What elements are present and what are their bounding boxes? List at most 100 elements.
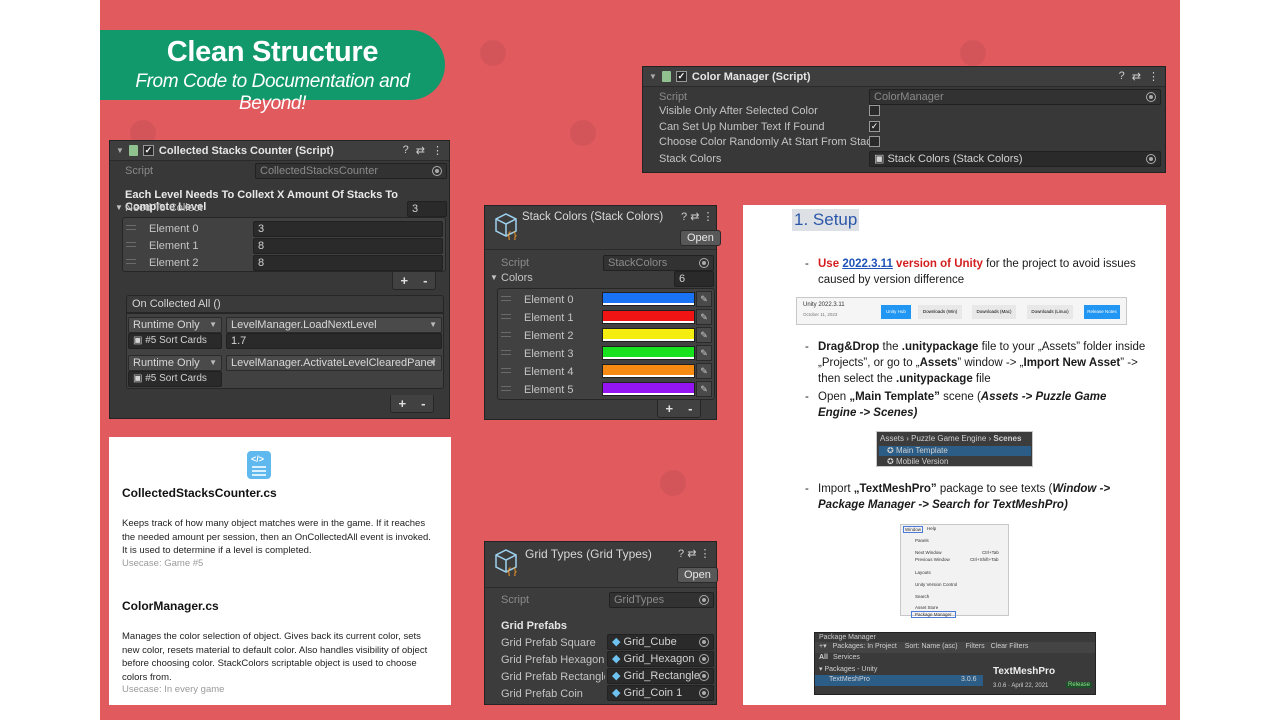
script-field[interactable]: GridTypes bbox=[609, 592, 714, 608]
method-dropdown[interactable]: LevelManager.ActivateLevelClearedPanel ▼ bbox=[226, 355, 442, 371]
preset-icon[interactable]: ⇄ bbox=[416, 144, 425, 157]
menu-item[interactable]: Next Window bbox=[915, 550, 942, 555]
menu-item[interactable]: Unity Version Control bbox=[915, 582, 957, 587]
pm-filter-dropdown[interactable]: Packages: In Project bbox=[833, 643, 897, 650]
object-picker-icon[interactable] bbox=[699, 637, 709, 647]
pm-tab-all[interactable]: All bbox=[819, 654, 828, 661]
pm-filters-button[interactable]: Filters bbox=[966, 643, 985, 650]
method-dropdown[interactable]: LevelManager.LoadNextLevel ▼ bbox=[226, 317, 442, 333]
unity-version-link[interactable]: 2022.3.11 bbox=[842, 258, 893, 270]
object-picker-icon[interactable] bbox=[1146, 92, 1156, 102]
prefab-field[interactable]: ◆ Grid_Cube bbox=[607, 634, 714, 650]
help-icon[interactable]: ? bbox=[1119, 70, 1125, 83]
runtime-dropdown[interactable]: Runtime Only ▼ bbox=[128, 317, 222, 333]
argument-field[interactable]: 1.7 bbox=[226, 333, 442, 349]
release-notes-button[interactable]: Release Notes bbox=[1084, 305, 1120, 319]
help-icon[interactable]: ? bbox=[678, 548, 684, 560]
eyedropper-icon[interactable]: ✎ bbox=[696, 291, 712, 307]
object-picker-icon[interactable] bbox=[699, 671, 709, 681]
color-swatch[interactable] bbox=[602, 382, 695, 396]
array-size-field[interactable]: 3 bbox=[407, 201, 447, 217]
drag-handle-icon[interactable] bbox=[126, 259, 136, 264]
drag-handle-icon[interactable] bbox=[501, 368, 511, 373]
help-icon[interactable]: ? bbox=[403, 144, 409, 157]
prefab-field[interactable]: ◆ Grid_Coin 1 bbox=[607, 685, 714, 701]
pm-sort-dropdown[interactable]: Sort: Name (asc) bbox=[905, 643, 958, 650]
pm-clear-filters-button[interactable]: Clear Filters bbox=[991, 643, 1029, 650]
mobile-version-item[interactable]: ✪ Mobile Version bbox=[887, 457, 948, 466]
color-swatch[interactable] bbox=[602, 364, 695, 378]
element-field[interactable]: 8 bbox=[253, 238, 443, 254]
package-manager-item[interactable]: Package Manager bbox=[911, 611, 956, 618]
open-button[interactable]: Open bbox=[677, 567, 718, 583]
component-header[interactable]: ▼ ✓ Color Manager (Script) ? ⇄ ⋮ bbox=[643, 67, 1165, 87]
drag-handle-icon[interactable] bbox=[126, 242, 136, 247]
color-swatch[interactable] bbox=[602, 292, 695, 306]
remove-element-button[interactable]: - bbox=[423, 273, 427, 288]
main-template-item[interactable]: ✪ Main Template bbox=[879, 446, 1031, 456]
drag-handle-icon[interactable] bbox=[501, 332, 511, 337]
fold-icon[interactable]: ▼ bbox=[649, 72, 657, 81]
drag-handle-icon[interactable] bbox=[501, 314, 511, 319]
menu-item[interactable]: Panels bbox=[915, 538, 929, 543]
unity-hub-button[interactable]: Unity Hub bbox=[881, 305, 911, 319]
script-field[interactable]: StackColors bbox=[603, 255, 714, 271]
help-menu[interactable]: Help bbox=[927, 526, 936, 531]
eyedropper-icon[interactable]: ✎ bbox=[696, 327, 712, 343]
pm-tab-services[interactable]: Services bbox=[833, 654, 860, 661]
element-field[interactable]: 3 bbox=[253, 221, 443, 237]
menu-item[interactable]: Asset Store bbox=[915, 605, 938, 610]
number-text-checkbox[interactable]: ✓ bbox=[869, 121, 880, 132]
add-element-button[interactable]: + bbox=[401, 273, 409, 288]
stack-colors-field[interactable]: ▣ Stack Colors (Stack Colors) bbox=[869, 151, 1161, 167]
fold-icon[interactable]: ▼ bbox=[115, 203, 123, 212]
eyedropper-icon[interactable]: ✎ bbox=[696, 309, 712, 325]
color-swatch[interactable] bbox=[602, 346, 695, 360]
color-swatch[interactable] bbox=[602, 328, 695, 342]
download-mac-button[interactable]: Downloads (Mac) bbox=[972, 305, 1016, 319]
object-picker-icon[interactable] bbox=[1146, 154, 1156, 164]
pm-package-row[interactable]: TextMeshPro 3.0.6 bbox=[815, 675, 983, 686]
download-win-button[interactable]: Downloads (Win) bbox=[918, 305, 962, 319]
menu-item[interactable]: Previous Window bbox=[915, 557, 950, 562]
menu-icon[interactable]: ⋮ bbox=[699, 548, 710, 560]
element-field[interactable]: 8 bbox=[253, 255, 443, 271]
menu-item[interactable]: Layouts bbox=[915, 570, 931, 575]
drag-handle-icon[interactable] bbox=[501, 386, 511, 391]
help-icon[interactable]: ? bbox=[681, 211, 687, 223]
drag-handle-icon[interactable] bbox=[501, 350, 511, 355]
fold-icon[interactable]: ▼ bbox=[490, 273, 498, 282]
window-menu[interactable]: Window bbox=[903, 526, 924, 533]
eyedropper-icon[interactable]: ✎ bbox=[696, 381, 712, 397]
drag-handle-icon[interactable] bbox=[126, 225, 136, 230]
preset-icon[interactable]: ⇄ bbox=[690, 211, 699, 223]
menu-icon[interactable]: ⋮ bbox=[432, 144, 443, 157]
enabled-checkbox[interactable]: ✓ bbox=[142, 145, 154, 156]
object-picker-icon[interactable] bbox=[699, 688, 709, 698]
remove-event-button[interactable]: - bbox=[421, 396, 425, 411]
prefab-field[interactable]: ◆ Grid_Hexagon bbox=[607, 651, 714, 667]
component-header[interactable]: ▼ ✓ Collected Stacks Counter (Script) ? ⇄… bbox=[110, 141, 449, 161]
menu-item[interactable]: Search bbox=[915, 594, 929, 599]
enabled-checkbox[interactable]: ✓ bbox=[675, 71, 687, 82]
eyedropper-icon[interactable]: ✎ bbox=[696, 345, 712, 361]
object-picker-icon[interactable] bbox=[699, 595, 709, 605]
script-field[interactable]: CollectedStacksCounter bbox=[255, 163, 447, 179]
preset-icon[interactable]: ⇄ bbox=[1132, 70, 1141, 83]
download-linux-button[interactable]: Downloads (Linux) bbox=[1027, 305, 1073, 319]
open-button[interactable]: Open bbox=[680, 230, 721, 246]
drag-handle-icon[interactable] bbox=[501, 296, 511, 301]
runtime-dropdown[interactable]: Runtime Only ▼ bbox=[128, 355, 222, 371]
object-picker-icon[interactable] bbox=[699, 654, 709, 664]
menu-icon[interactable]: ⋮ bbox=[702, 211, 713, 223]
script-field[interactable]: ColorManager bbox=[869, 89, 1161, 105]
fold-icon[interactable]: ▼ bbox=[116, 146, 124, 155]
visible-after-checkbox[interactable] bbox=[869, 105, 880, 116]
preset-icon[interactable]: ⇄ bbox=[687, 548, 696, 560]
add-package-icon[interactable]: +▾ bbox=[819, 643, 827, 650]
add-event-button[interactable]: + bbox=[399, 396, 407, 411]
eyedropper-icon[interactable]: ✎ bbox=[696, 363, 712, 379]
prefab-field[interactable]: ◆ Grid_Rectangle bbox=[607, 668, 714, 684]
target-object-field[interactable]: ▣ #5 Sort Cards bbox=[128, 371, 222, 387]
random-color-checkbox[interactable] bbox=[869, 136, 880, 147]
